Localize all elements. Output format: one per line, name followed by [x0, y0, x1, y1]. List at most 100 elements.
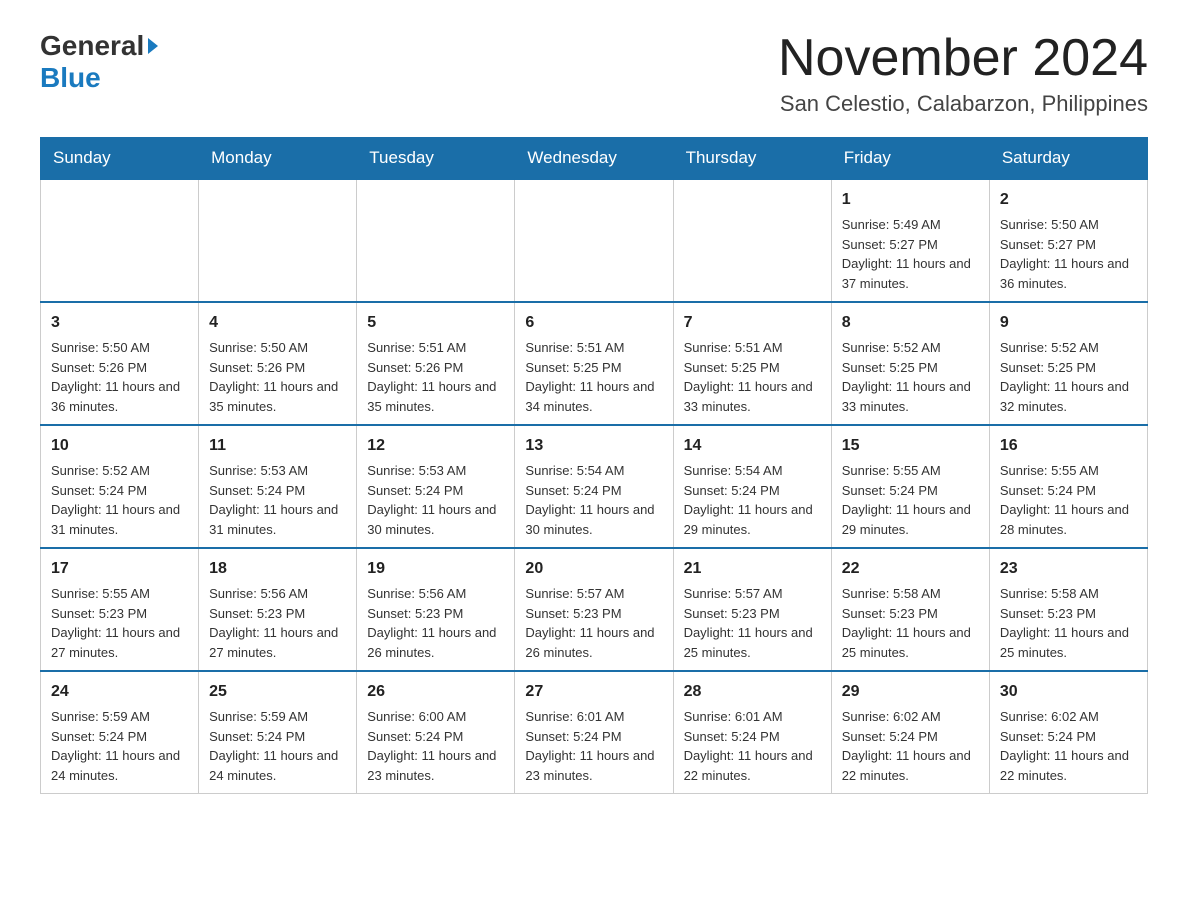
day-number: 23 [1000, 557, 1137, 581]
day-number: 2 [1000, 188, 1137, 212]
calendar-cell: 6 Sunrise: 5:51 AM Sunset: 5:25 PM Daylig… [515, 302, 673, 425]
day-info: Sunrise: 5:53 AM Sunset: 5:24 PM Dayligh… [367, 461, 504, 539]
day-info: Sunrise: 5:54 AM Sunset: 5:24 PM Dayligh… [684, 461, 821, 539]
calendar-cell: 19 Sunrise: 5:56 AM Sunset: 5:23 PM Dayli… [357, 548, 515, 671]
day-number: 12 [367, 434, 504, 458]
calendar-cell: 7 Sunrise: 5:51 AM Sunset: 5:25 PM Daylig… [673, 302, 831, 425]
day-number: 28 [684, 680, 821, 704]
calendar-cell [673, 179, 831, 302]
calendar-cell: 3 Sunrise: 5:50 AM Sunset: 5:26 PM Daylig… [41, 302, 199, 425]
calendar-cell: 14Sunrise: 5:54 AM Sunset: 5:24 PM Dayli… [673, 425, 831, 548]
day-info: Sunrise: 5:55 AM Sunset: 5:23 PM Dayligh… [51, 584, 188, 662]
calendar-table: SundayMondayTuesdayWednesdayThursdayFrid… [40, 137, 1148, 794]
logo-general-text: General [40, 30, 144, 62]
day-number: 6 [525, 311, 662, 335]
month-title: November 2024 [778, 30, 1148, 87]
day-number: 13 [525, 434, 662, 458]
day-number: 17 [51, 557, 188, 581]
day-number: 7 [684, 311, 821, 335]
day-info: Sunrise: 6:02 AM Sunset: 5:24 PM Dayligh… [842, 707, 979, 785]
logo-arrow-icon [148, 38, 158, 54]
calendar-cell: 20 Sunrise: 5:57 AM Sunset: 5:23 PM Dayli… [515, 548, 673, 671]
day-number: 20 [525, 557, 662, 581]
day-number: 4 [209, 311, 346, 335]
day-info: Sunrise: 5:56 AM Sunset: 5:23 PM Dayligh… [209, 584, 346, 662]
logo-blue-text: Blue [40, 62, 101, 93]
day-info: Sunrise: 5:51 AM Sunset: 5:25 PM Dayligh… [525, 338, 662, 416]
day-info: Sunrise: 5:50 AM Sunset: 5:26 PM Dayligh… [209, 338, 346, 416]
day-number: 11 [209, 434, 346, 458]
day-info: Sunrise: 5:56 AM Sunset: 5:23 PM Dayligh… [367, 584, 504, 662]
day-info: Sunrise: 5:52 AM Sunset: 5:25 PM Dayligh… [1000, 338, 1137, 416]
col-header-sunday: Sunday [41, 138, 199, 180]
day-number: 9 [1000, 311, 1137, 335]
calendar-cell: 15 Sunrise: 5:55 AM Sunset: 5:24 PM Dayli… [831, 425, 989, 548]
day-info: Sunrise: 6:00 AM Sunset: 5:24 PM Dayligh… [367, 707, 504, 785]
week-row-3: 10 Sunrise: 5:52 AM Sunset: 5:24 PM Dayli… [41, 425, 1148, 548]
day-info: Sunrise: 6:01 AM Sunset: 5:24 PM Dayligh… [525, 707, 662, 785]
calendar-cell [199, 179, 357, 302]
calendar-cell: 24Sunrise: 5:59 AM Sunset: 5:24 PM Dayli… [41, 671, 199, 794]
calendar-cell [515, 179, 673, 302]
day-info: Sunrise: 5:59 AM Sunset: 5:24 PM Dayligh… [209, 707, 346, 785]
day-number: 3 [51, 311, 188, 335]
col-header-wednesday: Wednesday [515, 138, 673, 180]
day-info: Sunrise: 5:50 AM Sunset: 5:26 PM Dayligh… [51, 338, 188, 416]
day-info: Sunrise: 5:50 AM Sunset: 5:27 PM Dayligh… [1000, 215, 1137, 293]
title-area: November 2024 San Celestio, Calabarzon, … [778, 30, 1148, 117]
calendar-cell: 5Sunrise: 5:51 AM Sunset: 5:26 PM Daylig… [357, 302, 515, 425]
day-number: 22 [842, 557, 979, 581]
calendar-cell: 22 Sunrise: 5:58 AM Sunset: 5:23 PM Dayli… [831, 548, 989, 671]
calendar-cell: 17 Sunrise: 5:55 AM Sunset: 5:23 PM Dayli… [41, 548, 199, 671]
calendar-cell: 21Sunrise: 5:57 AM Sunset: 5:23 PM Dayli… [673, 548, 831, 671]
calendar-cell: 30Sunrise: 6:02 AM Sunset: 5:24 PM Dayli… [989, 671, 1147, 794]
calendar-cell: 11 Sunrise: 5:53 AM Sunset: 5:24 PM Dayli… [199, 425, 357, 548]
day-info: Sunrise: 5:54 AM Sunset: 5:24 PM Dayligh… [525, 461, 662, 539]
day-info: Sunrise: 5:49 AM Sunset: 5:27 PM Dayligh… [842, 215, 979, 293]
col-header-friday: Friday [831, 138, 989, 180]
week-row-1: 1 Sunrise: 5:49 AM Sunset: 5:27 PM Daylig… [41, 179, 1148, 302]
calendar-cell: 16Sunrise: 5:55 AM Sunset: 5:24 PM Dayli… [989, 425, 1147, 548]
day-number: 8 [842, 311, 979, 335]
day-info: Sunrise: 5:58 AM Sunset: 5:23 PM Dayligh… [1000, 584, 1137, 662]
calendar-cell: 2 Sunrise: 5:50 AM Sunset: 5:27 PM Daylig… [989, 179, 1147, 302]
calendar-cell: 10 Sunrise: 5:52 AM Sunset: 5:24 PM Dayli… [41, 425, 199, 548]
calendar-cell: 25 Sunrise: 5:59 AM Sunset: 5:24 PM Dayli… [199, 671, 357, 794]
week-row-5: 24 Sunrise: 5:59 AM Sunset: 5:24 PM Dayli… [41, 671, 1148, 794]
calendar-cell: 18 Sunrise: 5:56 AM Sunset: 5:23 PM Dayli… [199, 548, 357, 671]
logo: General Blue [40, 30, 158, 94]
day-info: Sunrise: 5:55 AM Sunset: 5:24 PM Dayligh… [842, 461, 979, 539]
day-number: 15 [842, 434, 979, 458]
day-info: Sunrise: 5:52 AM Sunset: 5:24 PM Dayligh… [51, 461, 188, 539]
day-info: Sunrise: 5:58 AM Sunset: 5:23 PM Dayligh… [842, 584, 979, 662]
calendar-cell: 1 Sunrise: 5:49 AM Sunset: 5:27 PM Daylig… [831, 179, 989, 302]
day-number: 21 [684, 557, 821, 581]
calendar-cell: 23 Sunrise: 5:58 AM Sunset: 5:23 PM Dayli… [989, 548, 1147, 671]
calendar-cell: 28Sunrise: 6:01 AM Sunset: 5:24 PM Dayli… [673, 671, 831, 794]
day-info: Sunrise: 5:51 AM Sunset: 5:25 PM Dayligh… [684, 338, 821, 416]
calendar-cell: 9 Sunrise: 5:52 AM Sunset: 5:25 PM Daylig… [989, 302, 1147, 425]
week-row-2: 3 Sunrise: 5:50 AM Sunset: 5:26 PM Daylig… [41, 302, 1148, 425]
page-header: General Blue November 2024 San Celestio,… [40, 30, 1148, 117]
day-number: 30 [1000, 680, 1137, 704]
calendar-cell: 12 Sunrise: 5:53 AM Sunset: 5:24 PM Dayli… [357, 425, 515, 548]
calendar-cell: 4 Sunrise: 5:50 AM Sunset: 5:26 PM Daylig… [199, 302, 357, 425]
day-info: Sunrise: 5:55 AM Sunset: 5:24 PM Dayligh… [1000, 461, 1137, 539]
day-info: Sunrise: 5:52 AM Sunset: 5:25 PM Dayligh… [842, 338, 979, 416]
location-text: San Celestio, Calabarzon, Philippines [778, 91, 1148, 117]
week-row-4: 17 Sunrise: 5:55 AM Sunset: 5:23 PM Dayli… [41, 548, 1148, 671]
day-info: Sunrise: 5:53 AM Sunset: 5:24 PM Dayligh… [209, 461, 346, 539]
day-number: 25 [209, 680, 346, 704]
calendar-cell: 8 Sunrise: 5:52 AM Sunset: 5:25 PM Daylig… [831, 302, 989, 425]
day-number: 19 [367, 557, 504, 581]
day-number: 26 [367, 680, 504, 704]
day-info: Sunrise: 5:57 AM Sunset: 5:23 PM Dayligh… [525, 584, 662, 662]
calendar-cell [357, 179, 515, 302]
day-number: 1 [842, 188, 979, 212]
col-header-tuesday: Tuesday [357, 138, 515, 180]
day-number: 24 [51, 680, 188, 704]
day-number: 18 [209, 557, 346, 581]
col-header-saturday: Saturday [989, 138, 1147, 180]
col-header-monday: Monday [199, 138, 357, 180]
day-number: 10 [51, 434, 188, 458]
